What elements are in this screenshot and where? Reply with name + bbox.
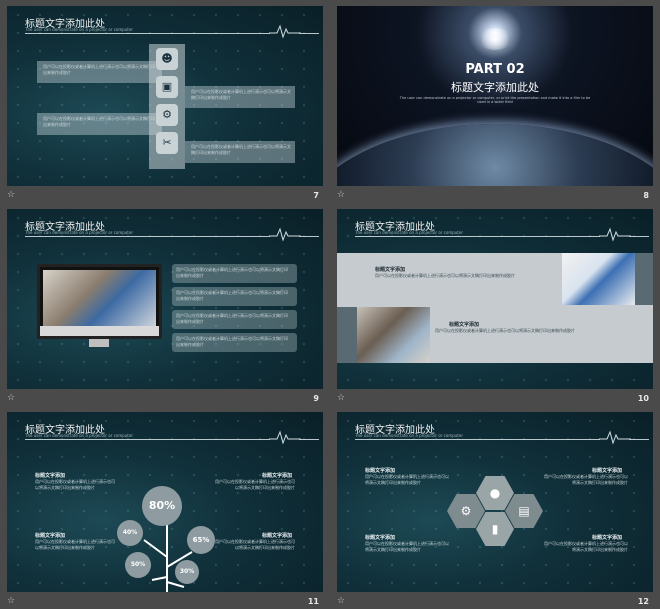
body-text: 用户可以在投影仪或者计算机上进行演示也可以将演示文稿打印出来制作成胶片	[544, 541, 628, 552]
body-text: 用户可以在投影仪或者计算机上进行演示也可以将演示文稿打印出来制作成胶片	[215, 539, 295, 550]
text-box: 用户可以在投影仪或者计算机上进行演示也可以将演示文稿打印出来制作成胶片	[172, 264, 297, 283]
section-heading: 标题文字添加	[365, 535, 396, 541]
planet-image	[337, 124, 653, 186]
slide-grid: 标题文字添加此处 The user can demonstrate on a p…	[0, 0, 660, 609]
scissors-icon: ✂	[156, 132, 178, 154]
section-heading: 标题文字添加	[35, 473, 66, 479]
light-burst	[477, 28, 513, 50]
divider	[355, 439, 600, 440]
pulse-icon	[269, 430, 301, 445]
slide-footer: ☆ 8	[337, 188, 653, 204]
slide-11[interactable]: 标题文字添加此处 The user can demonstrate on a p…	[7, 412, 323, 592]
section-heading: 标题文字添加	[449, 322, 480, 328]
section-heading: 标题文字添加	[262, 533, 293, 539]
slide-number: 10	[637, 394, 649, 403]
slide-subtitle: The user can demonstrate on a projector …	[25, 433, 133, 438]
text-box: 用户可以在投影仪或者计算机上进行演示也可以将演示文稿打印出来制作成胶片	[172, 287, 297, 306]
body-text: 用户可以在投影仪或者计算机上进行演示也可以将演示文稿打印出来制作成胶片	[365, 541, 449, 552]
body-text: 用户可以在投影仪或者计算机上进行演示也可以将演示文稿打印出来制作成胶片	[191, 144, 291, 155]
star-icon[interactable]: ☆	[337, 190, 345, 200]
part-title: 标题文字添加此处	[451, 81, 539, 94]
body-text: 用户可以在投影仪或者计算机上进行演示也可以将演示文稿打印出来制作成胶片	[375, 273, 515, 278]
divider	[299, 439, 319, 440]
percent-circle-40: 40%	[117, 520, 143, 546]
slide-footer: ☆ 12	[337, 594, 653, 609]
body-text: 用户可以在投影仪或者计算机上进行演示也可以将演示文稿打印出来制作成胶片	[176, 336, 288, 347]
percent-circle-65: 65%	[187, 526, 215, 554]
gear-icon: ⚙	[156, 104, 178, 126]
slide-number: 7	[313, 191, 319, 200]
slide-number: 12	[637, 597, 649, 606]
slide-subtitle: The user can demonstrate on a projector …	[355, 230, 463, 235]
slide-number: 11	[307, 597, 319, 606]
star-icon[interactable]: ☆	[337, 393, 345, 403]
section-heading: 标题文字添加	[592, 535, 623, 541]
divider	[299, 33, 319, 34]
body-text: 用户可以在投影仪或者计算机上进行演示也可以将演示文稿打印出来制作成胶片	[176, 267, 288, 278]
body-text: 用户可以在投影仪或者计算机上进行演示也可以将演示文稿打印出来制作成胶片	[35, 539, 115, 550]
pulse-icon	[269, 227, 301, 242]
slide-subtitle: The user can demonstrate on a projector …	[25, 230, 133, 235]
divider	[629, 236, 649, 237]
office-photo	[357, 307, 430, 363]
body-text: 用户可以在投影仪或者计算机上进行演示也可以将演示文稿打印出来制作成胶片	[544, 474, 628, 485]
divider	[299, 236, 319, 237]
slide-9[interactable]: 标题文字添加此处 The user can demonstrate on a p…	[7, 209, 323, 389]
body-text: 用户可以在投影仪或者计算机上进行演示也可以将演示文稿打印出来制作成胶片	[215, 479, 295, 490]
percent-circle-50: 50%	[125, 552, 151, 578]
slide-8[interactable]: PART 02 标题文字添加此处 The user can demonstrat…	[337, 6, 653, 186]
divider	[629, 439, 649, 440]
body-text: 用户可以在投影仪或者计算机上进行演示也可以将演示文稿打印出来制作成胶片	[43, 116, 155, 127]
percent-circle-30: 30%	[175, 560, 199, 584]
part-caption: The user can demonstrate on a projector …	[399, 96, 591, 104]
monitor-stand	[89, 339, 109, 347]
photo-edge	[635, 253, 653, 305]
section-heading: 标题文字添加	[365, 468, 396, 474]
slide-10[interactable]: 标题文字添加此处 The user can demonstrate on a p…	[337, 209, 653, 389]
text-box: 用户可以在投影仪或者计算机上进行演示也可以将演示文稿打印出来制作成胶片	[172, 310, 297, 329]
slide-footer: ☆ 10	[337, 391, 653, 407]
slide-subtitle: The user can demonstrate on a projector …	[25, 27, 133, 32]
monitor-image	[37, 264, 162, 339]
body-text: 用户可以在投影仪或者计算机上进行演示也可以将演示文稿打印出来制作成胶片	[35, 479, 115, 490]
body-text: 用户可以在投影仪或者计算机上进行演示也可以将演示文稿打印出来制作成胶片	[176, 290, 288, 301]
slide-12[interactable]: 标题文字添加此处 The user can demonstrate on a p…	[337, 412, 653, 592]
body-text: 用户可以在投影仪或者计算机上进行演示也可以将演示文稿打印出来制作成胶片	[365, 474, 449, 485]
pulse-icon	[599, 227, 631, 242]
section-heading: 标题文字添加	[262, 473, 293, 479]
section-heading: 标题文字添加	[375, 267, 406, 273]
slide-footer: ☆ 9	[7, 391, 323, 407]
percent-circle-80: 80%	[142, 486, 182, 526]
star-icon[interactable]: ☆	[7, 393, 15, 403]
part-label: PART 02	[465, 62, 525, 77]
screen-photo	[43, 270, 156, 326]
divider	[25, 439, 270, 440]
section-heading: 标题文字添加	[35, 533, 66, 539]
divider	[355, 236, 600, 237]
star-icon[interactable]: ☆	[337, 596, 345, 606]
pulse-icon	[599, 430, 631, 445]
star-icon[interactable]: ☆	[7, 596, 15, 606]
divider	[25, 236, 270, 237]
slide-footer: ☆ 11	[7, 594, 323, 609]
text-box: 用户可以在投影仪或者计算机上进行演示也可以将演示文稿打印出来制作成胶片	[172, 333, 297, 352]
monitor-chin	[40, 326, 159, 336]
body-text: 用户可以在投影仪或者计算机上进行演示也可以将演示文稿打印出来制作成胶片	[176, 313, 288, 324]
body-text: 用户可以在投影仪或者计算机上进行演示也可以将演示文稿打印出来制作成胶片	[191, 89, 291, 100]
slide-subtitle: The user can demonstrate on a projector …	[355, 433, 463, 438]
head-icon: ☻	[156, 48, 178, 70]
body-text: 用户可以在投影仪或者计算机上进行演示也可以将演示文稿打印出来制作成胶片	[43, 64, 155, 75]
slide-number: 8	[643, 191, 649, 200]
body-text: 用户可以在投影仪或者计算机上进行演示也可以将演示文稿打印出来制作成胶片	[435, 328, 575, 333]
star-icon[interactable]: ☆	[7, 190, 15, 200]
chart-photo	[562, 253, 635, 305]
slide-7[interactable]: 标题文字添加此处 The user can demonstrate on a p…	[7, 6, 323, 186]
section-heading: 标题文字添加	[592, 468, 623, 474]
slide-footer: ☆ 7	[7, 188, 323, 204]
photo-edge	[337, 307, 357, 363]
briefcase-icon: ▣	[156, 76, 178, 98]
pulse-icon	[269, 24, 301, 39]
slide-number: 9	[313, 394, 319, 403]
divider	[25, 33, 270, 34]
